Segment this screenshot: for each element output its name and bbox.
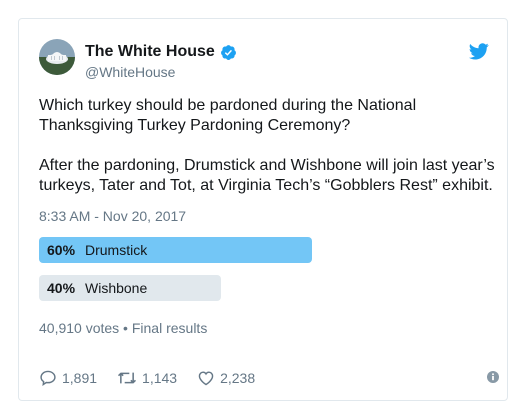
retweet-button[interactable]: 1,143: [117, 370, 177, 386]
tweet-actions: 1,891 1,143 2,238: [39, 368, 499, 388]
tweet-paragraph: After the pardoning, Drumstick and Wishb…: [39, 157, 495, 194]
timestamp[interactable]: 8:33 AM - Nov 20, 2017: [39, 208, 186, 224]
info-icon[interactable]: [487, 370, 499, 386]
heart-icon: [198, 371, 214, 386]
poll-option-text: Wishbone: [85, 280, 148, 296]
tweet-paragraph: Which turkey should be pardoned during t…: [39, 97, 417, 134]
handle[interactable]: @WhiteHouse: [85, 64, 175, 80]
avatar[interactable]: [39, 39, 75, 75]
reply-button[interactable]: 1,891: [39, 370, 97, 386]
poll-choice-label: 40% Wishbone: [39, 280, 147, 296]
poll-choice: 60% Drumstick: [39, 237, 499, 263]
display-name[interactable]: The White House: [85, 43, 215, 61]
poll-summary: 40,910 votes • Final results: [39, 320, 208, 336]
like-button[interactable]: 2,238: [197, 370, 255, 386]
poll-percent: 60%: [47, 242, 76, 258]
like-count: 2,238: [220, 370, 256, 386]
retweet-count: 1,143: [142, 370, 178, 386]
poll: 60% Drumstick 40% Wishbone: [39, 237, 499, 313]
verified-badge-icon: [220, 44, 237, 61]
retweet-icon: [118, 372, 137, 384]
poll-percent: 40%: [47, 280, 76, 296]
reply-icon: [40, 370, 56, 386]
twitter-bird-icon[interactable]: [468, 43, 489, 60]
poll-choice-label: 60% Drumstick: [39, 242, 147, 258]
poll-choice: 40% Wishbone: [39, 275, 499, 301]
reply-count: 1,891: [62, 370, 98, 386]
tweet-card: The White House @WhiteHouse Which turkey…: [18, 18, 508, 401]
poll-option-text: Drumstick: [85, 242, 148, 258]
tweet-text: Which turkey should be pardoned during t…: [39, 96, 499, 196]
author-name-row[interactable]: The White House: [85, 43, 237, 61]
